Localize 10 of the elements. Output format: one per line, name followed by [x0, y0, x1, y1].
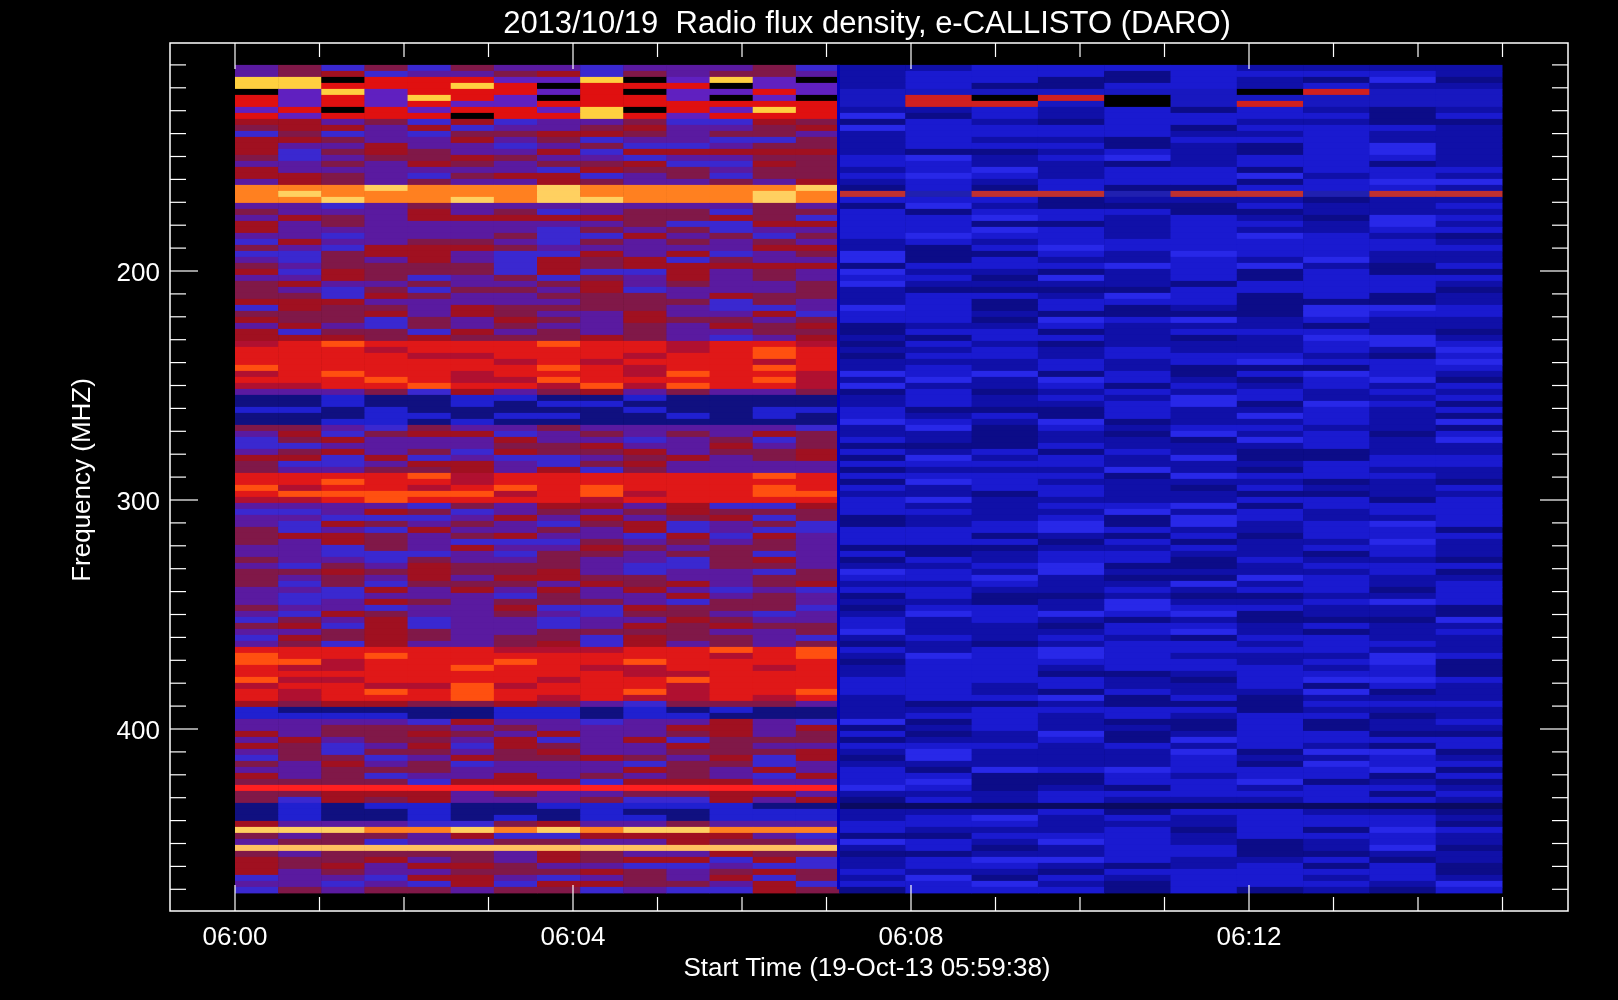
y-tick-label: 400 — [116, 715, 160, 745]
y-tick-label: 300 — [116, 486, 160, 516]
x-tick-label: 06:08 — [878, 921, 944, 951]
chart-title: 2013/10/19 Radio flux density, e-CALLISTO (DARO) — [503, 5, 1231, 40]
x-tick-label: 06:12 — [1216, 921, 1282, 951]
y-axis-label: Frequency (MHZ) — [66, 378, 96, 582]
x-tick-label: 06:04 — [540, 921, 606, 951]
x-tick-label: 06:00 — [202, 921, 268, 951]
x-axis-label: Start Time (19-Oct-13 05:59:38) — [683, 952, 1051, 982]
y-tick-label: 200 — [116, 257, 160, 287]
